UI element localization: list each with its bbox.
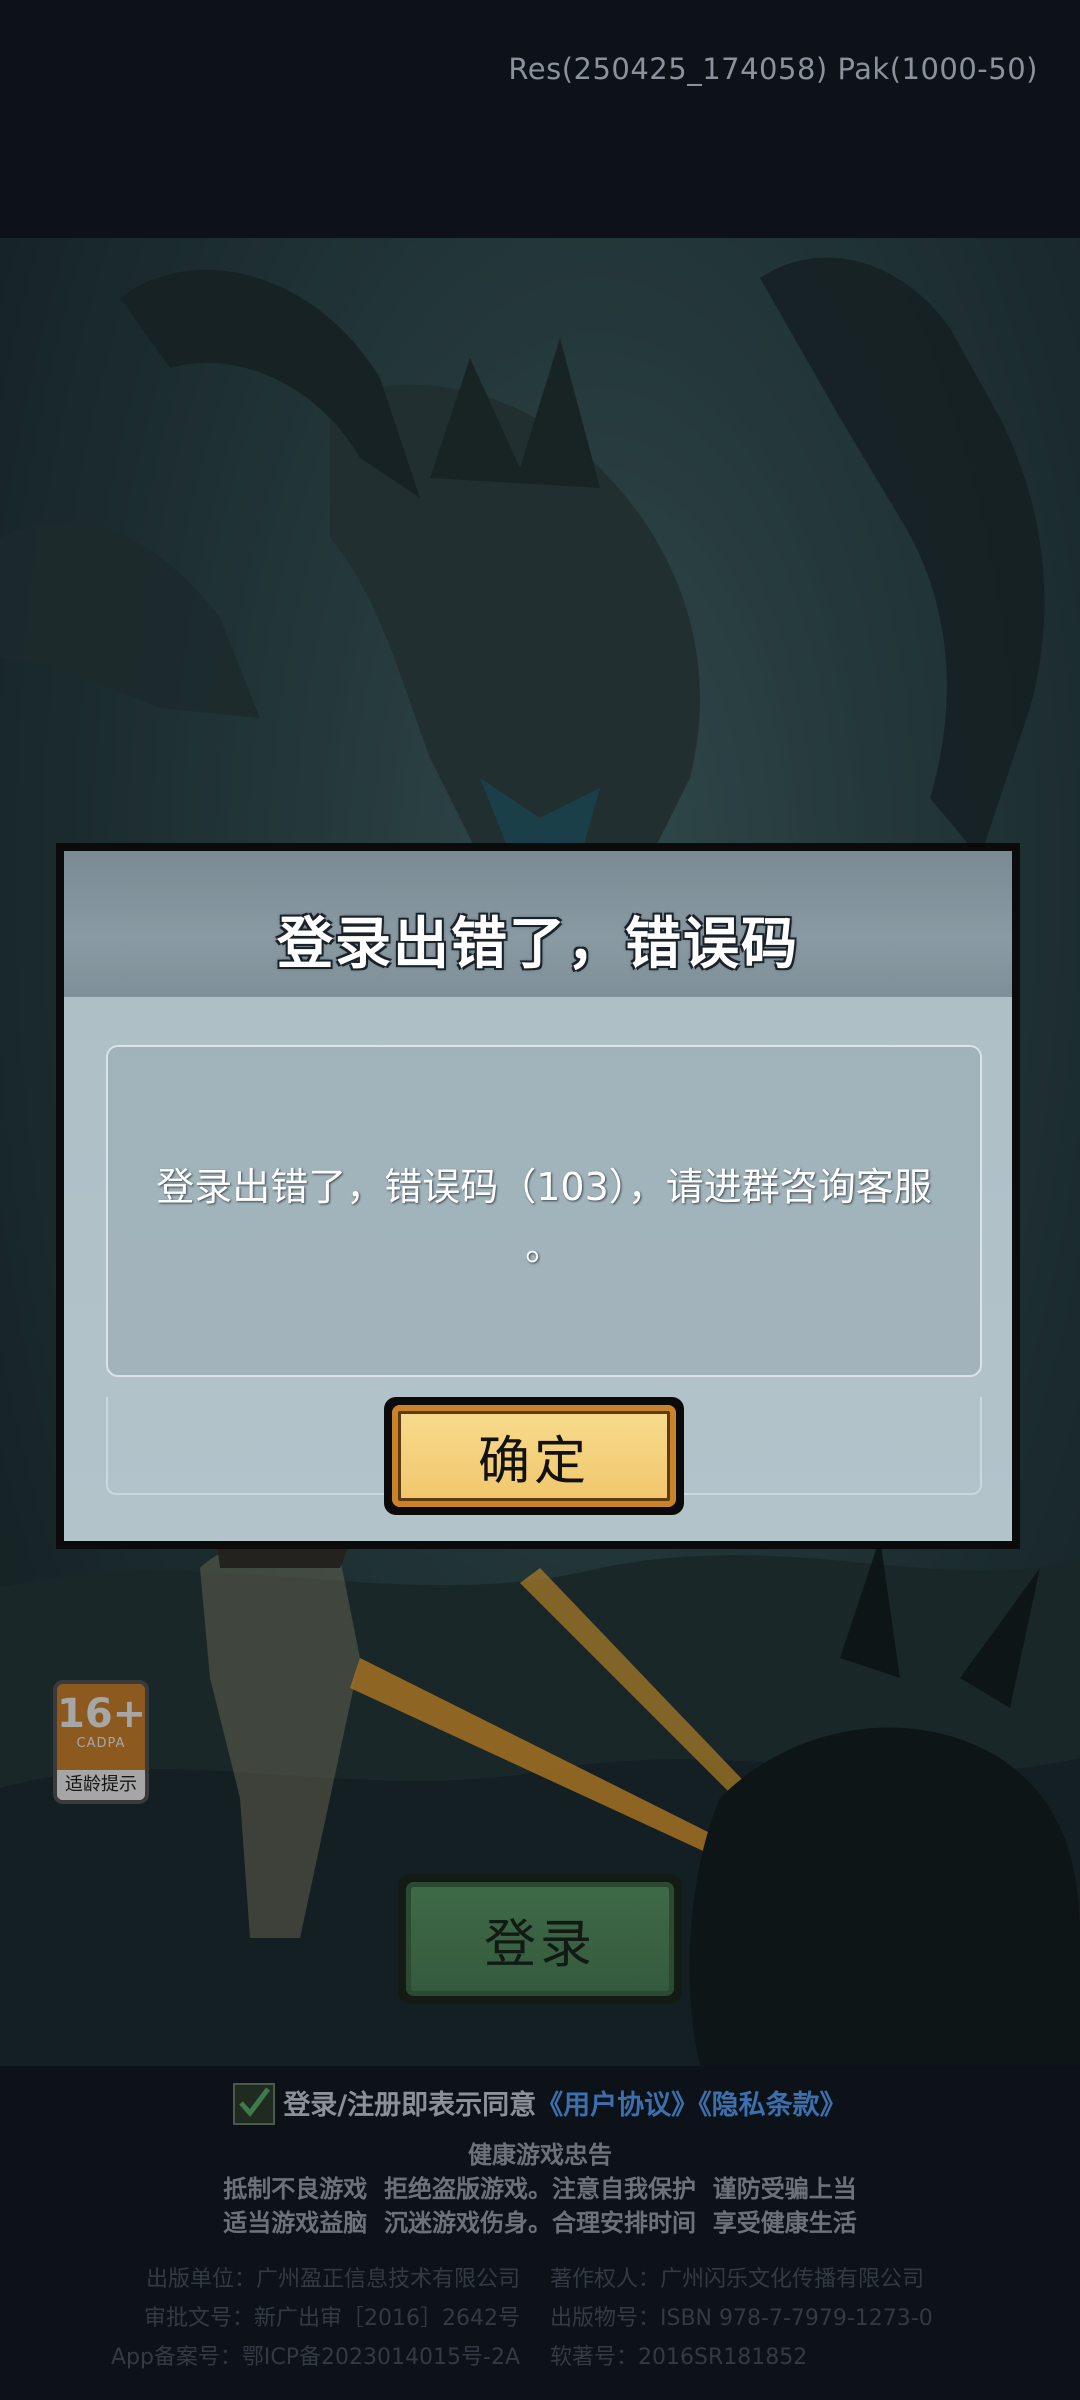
login-button-label: 登录 xyxy=(406,1882,674,1996)
approval-line: 审批文号：新广出审［2016］2642号 xyxy=(144,2306,520,2331)
footer: 登录/注册即表示同意《用户协议》《隐私条款》 健康游戏忠告 抵制不良游戏 拒绝盗… xyxy=(0,2066,1080,2400)
confirm-button[interactable]: 确定 xyxy=(384,1397,684,1515)
health-notice-line1: 抵制不良游戏 拒绝盗版游戏。注意自我保护 谨防受骗上当 xyxy=(223,2175,857,2203)
agreement-prefix: 登录/注册即表示同意 xyxy=(283,2090,537,2121)
check-icon xyxy=(239,2087,271,2117)
agreement-row: 登录/注册即表示同意《用户协议》《隐私条款》 xyxy=(0,2082,1080,2128)
login-button[interactable]: 登录 xyxy=(398,1874,682,2004)
agreement-checkbox[interactable] xyxy=(233,2082,276,2125)
dialog-message-line1: 登录出错了，错误码（103），请进群咨询客服 xyxy=(156,1165,932,1209)
isbn-line: 出版物号：ISBN 978-7-7979-1273-0 xyxy=(550,2306,933,2331)
dialog-message: 登录出错了，错误码（103），请进群咨询客服 。 xyxy=(128,1157,960,1277)
privacy-link[interactable]: 《隐私条款》 xyxy=(698,2090,847,2121)
age-rating-badge[interactable]: 16+ CADPA 适龄提示 xyxy=(53,1680,149,1804)
version-label: Res(250425_174058) Pak(1000-50) xyxy=(508,52,1038,86)
error-dialog: 登录出错了，错误码 登录出错了，错误码（103），请进群咨询客服 。 确定 xyxy=(56,843,1020,1549)
health-notice-title: 健康游戏忠告 xyxy=(468,2141,612,2169)
icp-line: App备案号：鄂ICP备2023014015号-2A xyxy=(110,2345,520,2370)
health-notice: 健康游戏忠告 抵制不良游戏 拒绝盗版游戏。注意自我保护 谨防受骗上当 适当游戏益… xyxy=(0,2138,1080,2240)
software-copyright-line: 软著号：2016SR181852 xyxy=(550,2345,808,2370)
dialog-message-box: 登录出错了，错误码（103），请进群咨询客服 。 xyxy=(106,1045,982,1377)
publisher-line: 出版单位：广州盈正信息技术有限公司 xyxy=(145,2267,520,2292)
health-notice-line2: 适当游戏益脑 沉迷游戏伤身。合理安排时间 享受健康生活 xyxy=(223,2209,857,2237)
confirm-button-label: 确定 xyxy=(392,1405,676,1507)
copyright-owner-line: 著作权人：广州闪乐文化传播有限公司 xyxy=(550,2267,925,2292)
dialog-title: 登录出错了，错误码 xyxy=(277,912,799,977)
user-agreement-link[interactable]: 《用户协议》 xyxy=(536,2090,698,2121)
dialog-message-line2: 。 xyxy=(524,1225,563,1269)
